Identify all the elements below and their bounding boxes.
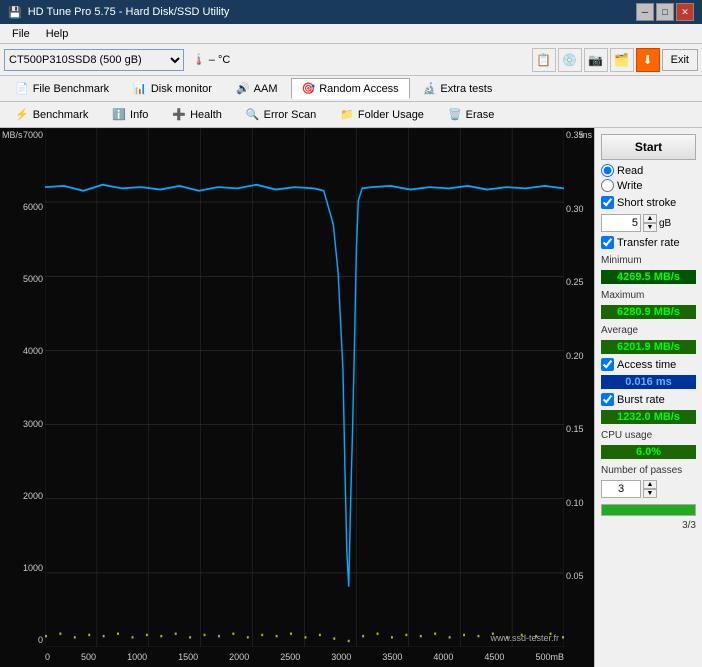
exit-button[interactable]: Exit [662, 49, 698, 71]
tab-extra-tests[interactable]: 🔬 Extra tests [412, 78, 504, 99]
tab-random-access[interactable]: 🎯 Random Access [291, 78, 410, 99]
health-icon: ➕ [172, 108, 186, 121]
cpu-usage-label: CPU usage [601, 430, 696, 441]
transfer-rate-checkbox[interactable] [601, 236, 614, 249]
tab-aam[interactable]: 🔊 AAM [225, 78, 289, 99]
tab-erase[interactable]: 🗑️ Erase [437, 104, 505, 125]
read-radio-label[interactable]: Read [601, 164, 696, 177]
tab-folder-usage[interactable]: 📁 Folder Usage [329, 104, 435, 125]
progress-bar-container [601, 504, 696, 516]
access-time-checkbox-label[interactable]: Access time [601, 358, 696, 371]
short-stroke-spinbox-row: ▲ ▼ gB [601, 214, 696, 232]
main-content: MB/s ms 7000 6000 5000 4000 3000 2000 10… [0, 128, 702, 667]
passes-down-button[interactable]: ▼ [643, 489, 657, 498]
tab-disk-monitor[interactable]: 📊 Disk monitor [122, 78, 223, 99]
maximize-button[interactable]: □ [656, 3, 674, 21]
short-stroke-checkbox[interactable] [601, 196, 614, 209]
chart-inner [45, 128, 564, 647]
burst-rate-value: 1232.0 MB/s [601, 410, 696, 424]
read-write-group: Read Write [601, 164, 696, 192]
tab-benchmark[interactable]: ⚡ Benchmark [4, 104, 99, 125]
tabs-row-1: 📄 File Benchmark 📊 Disk monitor 🔊 AAM 🎯 … [0, 76, 702, 102]
short-stroke-checkbox-label[interactable]: Short stroke [601, 196, 696, 209]
start-button[interactable]: Start [601, 134, 696, 160]
read-radio[interactable] [601, 164, 614, 177]
short-stroke-down-button[interactable]: ▼ [643, 223, 657, 232]
short-stroke-up-button[interactable]: ▲ [643, 214, 657, 223]
tabs-row-2: ⚡ Benchmark ℹ️ Info ➕ Health 🔍 Error Sca… [0, 102, 702, 128]
x-axis: 0 500 1000 1500 2000 2500 3000 3500 4000… [45, 647, 564, 667]
access-time-value: 0.016 ms [601, 375, 696, 389]
average-value: 6201.9 MB/s [601, 340, 696, 354]
short-stroke-input[interactable] [601, 214, 641, 232]
menu-bar: File Help [0, 24, 702, 44]
y-axis-right: 0.35 0.30 0.25 0.20 0.15 0.10 0.05 [564, 128, 594, 647]
average-label: Average [601, 325, 696, 336]
folder-usage-icon: 📁 [340, 108, 354, 121]
maximum-value: 6280.9 MB/s [601, 305, 696, 319]
write-radio[interactable] [601, 179, 614, 192]
number-of-passes-label: Number of passes [601, 465, 696, 476]
write-radio-label[interactable]: Write [601, 179, 696, 192]
info-icon: ℹ️ [112, 108, 126, 121]
passes-row: ▲ ▼ [601, 480, 696, 498]
file-benchmark-icon: 📄 [15, 82, 29, 95]
menu-file[interactable]: File [4, 26, 38, 42]
access-time-checkbox[interactable] [601, 358, 614, 371]
passes-up-button[interactable]: ▲ [643, 480, 657, 489]
minimize-button[interactable]: ─ [636, 3, 654, 21]
short-stroke-spinners: ▲ ▼ [643, 214, 657, 232]
close-button[interactable]: ✕ [676, 3, 694, 21]
chart-area: MB/s ms 7000 6000 5000 4000 3000 2000 10… [0, 128, 594, 667]
temp-label: 🌡️ – °C [192, 53, 230, 66]
minimum-value: 4269.5 MB/s [601, 270, 696, 284]
tab-file-benchmark[interactable]: 📄 File Benchmark [4, 78, 120, 99]
extra-tests-icon: 🔬 [423, 82, 437, 95]
watermark: www.ssd-tester.fr [490, 633, 559, 643]
toolbar: CT500P310SSD8 (500 gB) 🌡️ – °C 📋 💿 📷 🗂️ … [0, 44, 702, 76]
aam-icon: 🔊 [236, 82, 250, 95]
error-scan-icon: 🔍 [246, 108, 260, 121]
tab-info[interactable]: ℹ️ Info [101, 104, 159, 125]
app-icon: 💾 [8, 6, 22, 19]
y-axis-left: 7000 6000 5000 4000 3000 2000 1000 0 [0, 128, 45, 647]
minimum-label: Minimum [601, 255, 696, 266]
toolbar-icon-folder[interactable]: 🗂️ [610, 48, 634, 72]
toolbar-icon-camera[interactable]: 📷 [584, 48, 608, 72]
passes-input[interactable] [601, 480, 641, 498]
tab-health[interactable]: ➕ Health [161, 104, 233, 125]
window-title: HD Tune Pro 5.75 - Hard Disk/SSD Utility [28, 6, 230, 18]
progress-bar-fill [602, 505, 695, 515]
random-access-icon: 🎯 [302, 82, 316, 95]
drive-selector[interactable]: CT500P310SSD8 (500 gB) [4, 49, 184, 71]
erase-icon: 🗑️ [448, 108, 462, 121]
short-stroke-unit: gB [659, 218, 671, 229]
transfer-rate-checkbox-label[interactable]: Transfer rate [601, 236, 696, 249]
cpu-usage-value: 6.0% [601, 445, 696, 459]
burst-rate-checkbox[interactable] [601, 393, 614, 406]
tab-error-scan[interactable]: 🔍 Error Scan [235, 104, 327, 125]
right-panel: Start Read Write Short stroke ▲ ▼ gB [594, 128, 702, 667]
title-bar: 💾 HD Tune Pro 5.75 - Hard Disk/SSD Utili… [0, 0, 702, 24]
menu-help[interactable]: Help [38, 26, 77, 42]
progress-label: 3/3 [601, 520, 696, 531]
toolbar-icon-download[interactable]: ⬇ [636, 48, 660, 72]
benchmark-icon: ⚡ [15, 108, 29, 121]
burst-rate-checkbox-label[interactable]: Burst rate [601, 393, 696, 406]
toolbar-icon-disk[interactable]: 💿 [558, 48, 582, 72]
passes-spinners: ▲ ▼ [643, 480, 657, 498]
maximum-label: Maximum [601, 290, 696, 301]
toolbar-icon-info[interactable]: 📋 [532, 48, 556, 72]
disk-monitor-icon: 📊 [133, 82, 147, 95]
